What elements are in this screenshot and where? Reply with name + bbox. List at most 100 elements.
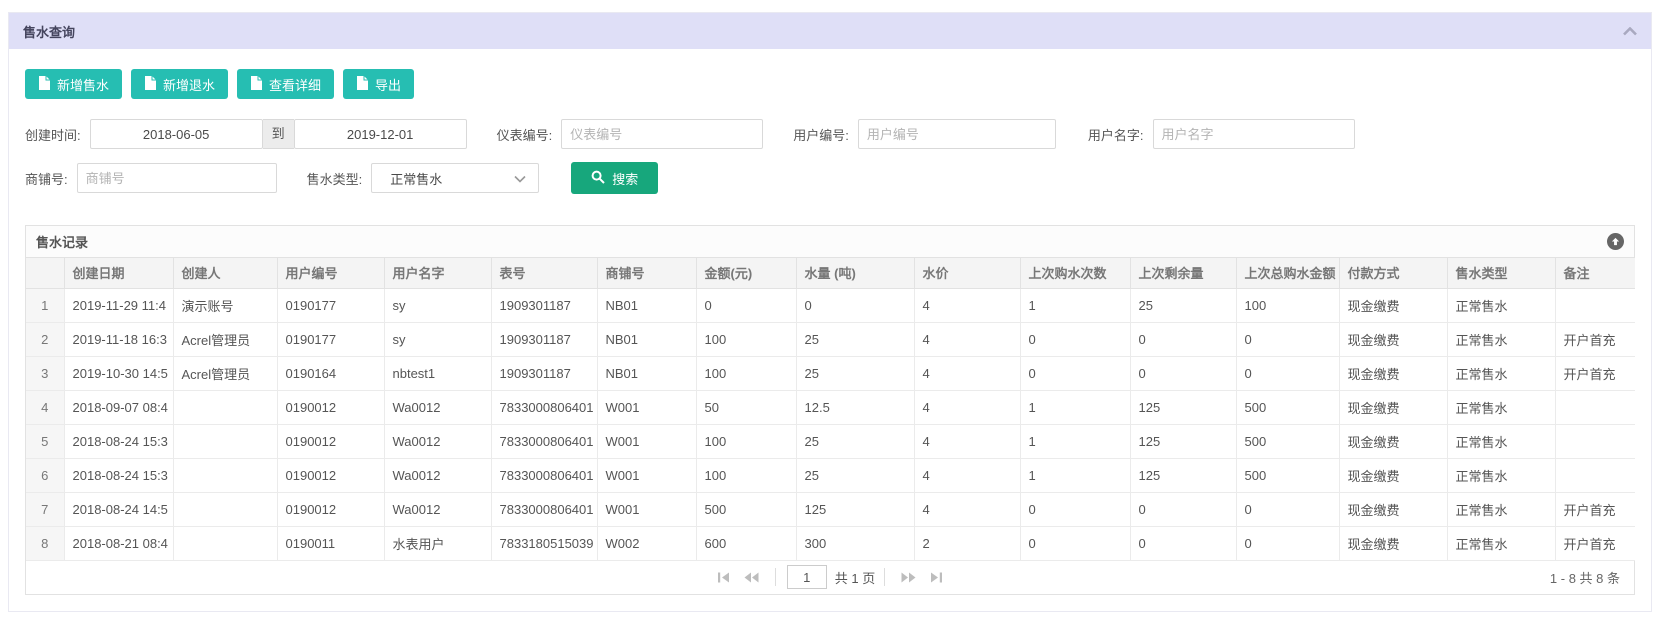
table-cell: 2018-08-21 08:4 [64,526,173,560]
table-cell [173,492,277,526]
table-cell: 0190012 [277,492,384,526]
table-cell: 1 [1020,424,1130,458]
row-index: 1 [26,288,64,322]
table-cell: 1909301187 [491,356,597,390]
table-cell: W002 [597,526,696,560]
user-name-filter: 用户名字: [1088,119,1355,149]
table-cell: 现金缴费 [1339,492,1447,526]
table-cell: 0 [1020,322,1130,356]
collapse-chevron-icon[interactable] [1623,27,1637,36]
table-cell: 7833000806401 [491,458,597,492]
table-cell: nbtest1 [384,356,491,390]
scroll-top-icon[interactable] [1607,233,1624,250]
column-header: 上次总购水金额 [1236,258,1339,288]
page-title: 售水查询 [23,22,75,41]
table-cell [1555,458,1635,492]
view-detail-button[interactable]: 查看详细 [237,69,334,99]
table-cell: 正常售水 [1447,458,1555,492]
column-header: 上次剩余量 [1130,258,1236,288]
export-label: 导出 [375,75,401,94]
row-index: 3 [26,356,64,390]
table-cell: 正常售水 [1447,526,1555,560]
table-cell: 正常售水 [1447,356,1555,390]
records-panel-header: 售水记录 [26,226,1634,258]
new-refund-button[interactable]: 新增退水 [131,69,228,99]
table-cell: 2 [914,526,1020,560]
column-header: 水量 (吨) [796,258,914,288]
table-cell: 50 [696,390,796,424]
column-header: 付款方式 [1339,258,1447,288]
table-cell: 0 [1020,492,1130,526]
sale-type-select[interactable]: 正常售水 [371,163,539,193]
table-cell: 1909301187 [491,322,597,356]
table-row[interactable]: 32019-10-30 14:5Acrel管理员0190164nbtest119… [26,356,1635,390]
table-cell: 正常售水 [1447,322,1555,356]
table-cell: NB01 [597,322,696,356]
table-cell: 2018-08-24 15:3 [64,458,173,492]
records-panel: 售水记录 创建日期创建人用户编号用户名字表号商铺号金额(元)水量 (吨)水价上次… [25,225,1635,595]
column-header: 备注 [1555,258,1635,288]
table-cell: 2019-11-18 16:3 [64,322,173,356]
search-button[interactable]: 搜索 [571,162,658,194]
table-cell: 100 [696,322,796,356]
table-cell: 0 [1020,526,1130,560]
export-button[interactable]: 导出 [343,69,414,99]
table-row[interactable]: 22019-11-18 16:3Acrel管理员0190177sy1909301… [26,322,1635,356]
date-from-input[interactable] [90,119,263,149]
filter-row-2: 商铺号: 售水类型: 正常售水 搜索 [25,162,1635,194]
date-range-to-label: 到 [263,119,294,149]
table-cell: 0190164 [277,356,384,390]
table-cell: 4 [914,356,1020,390]
meter-no-input[interactable] [561,119,763,149]
table-cell: 4 [914,322,1020,356]
shop-no-filter: 商铺号: [25,163,277,193]
table-cell: W001 [597,390,696,424]
prev-page-button[interactable] [744,572,759,583]
shop-no-input[interactable] [77,163,277,193]
table-row[interactable]: 52018-08-24 15:30190012Wa001278330008064… [26,424,1635,458]
chevron-down-icon [514,171,526,186]
table-row[interactable]: 62018-08-24 15:30190012Wa001278330008064… [26,458,1635,492]
sale-type-label: 售水类型: [307,169,363,188]
table-cell: 25 [1130,288,1236,322]
table-cell: 7833180515039 [491,526,597,560]
column-header: 创建日期 [64,258,173,288]
table-cell [173,526,277,560]
table-cell: 现金缴费 [1339,322,1447,356]
table-row[interactable]: 12019-11-29 11:4演示账号0190177sy1909301187N… [26,288,1635,322]
table-cell: 4 [914,492,1020,526]
table-cell: 500 [1236,424,1339,458]
next-page-button[interactable] [901,572,916,583]
pagination-bar: 共 1 页 1 - 8 共 8 条 [26,561,1634,594]
row-index: 6 [26,458,64,492]
table-cell: 25 [796,322,914,356]
table-cell: 开户首充 [1555,322,1635,356]
table-cell: 现金缴费 [1339,526,1447,560]
last-page-button[interactable] [930,572,943,583]
table-row[interactable]: 72018-08-24 14:50190012Wa001278330008064… [26,492,1635,526]
table-cell: 300 [796,526,914,560]
file-icon [38,76,50,93]
table-cell: 125 [1130,424,1236,458]
created-time-label: 创建时间: [25,125,81,144]
user-name-input[interactable] [1153,119,1355,149]
table-cell [1555,288,1635,322]
table-row[interactable]: 82018-08-21 08:40190011水表用户7833180515039… [26,526,1635,560]
table-row[interactable]: 42018-09-07 08:40190012Wa001278330008064… [26,390,1635,424]
column-header: 水价 [914,258,1020,288]
sale-query-panel: 售水查询 新增售水 新增退水 查看详细 导出 [8,12,1652,612]
column-header: 用户名字 [384,258,491,288]
records-table: 创建日期创建人用户编号用户名字表号商铺号金额(元)水量 (吨)水价上次购水次数上… [26,258,1635,561]
page-input[interactable] [787,565,827,589]
date-to-input[interactable] [294,119,467,149]
table-cell: 0 [1236,356,1339,390]
user-no-input[interactable] [858,119,1056,149]
user-no-label: 用户编号: [793,125,849,144]
first-page-button[interactable] [717,572,730,583]
new-sale-button[interactable]: 新增售水 [25,69,122,99]
new-refund-label: 新增退水 [163,75,215,94]
user-name-label: 用户名字: [1088,125,1144,144]
table-cell: 1 [1020,458,1130,492]
table-cell: 0 [696,288,796,322]
range-label: 1 - 8 共 8 条 [1550,568,1620,587]
